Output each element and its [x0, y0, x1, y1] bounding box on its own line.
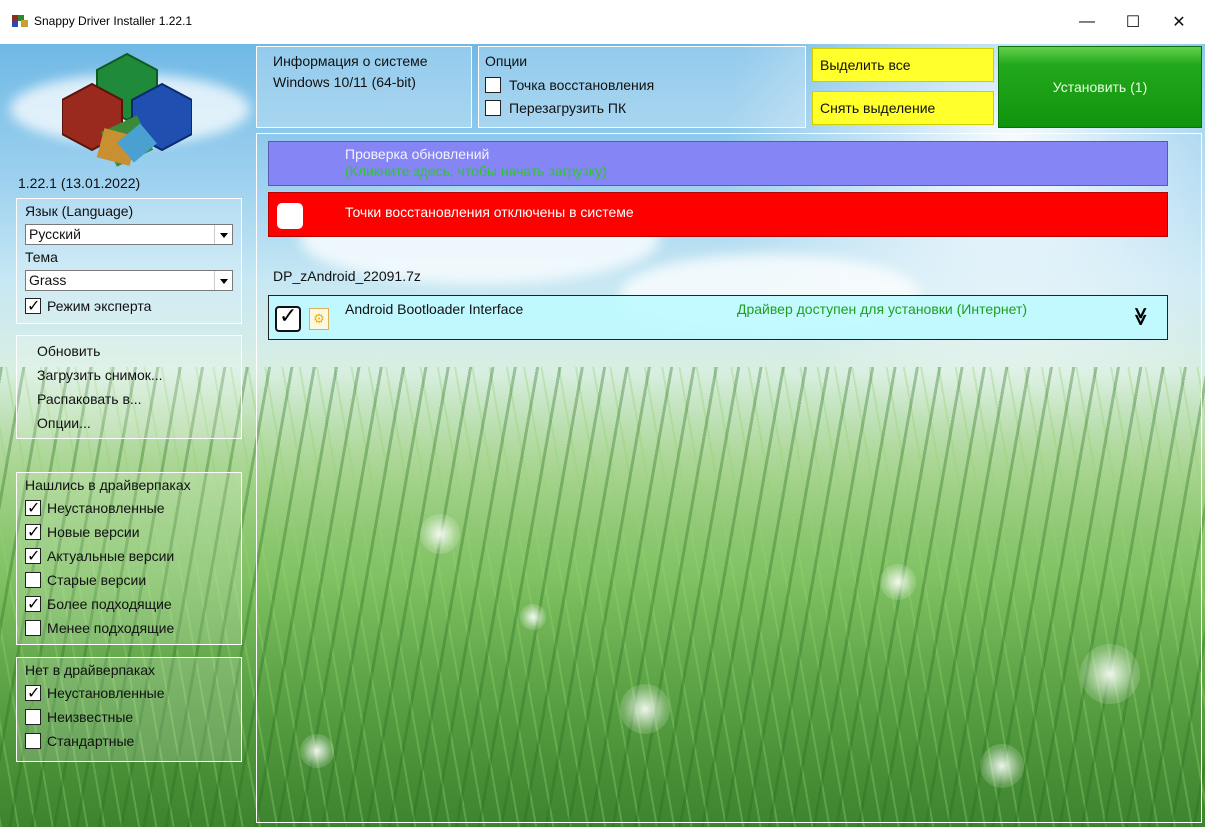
reboot-checkbox[interactable]: [485, 100, 501, 116]
sdi-logo: [62, 52, 192, 167]
expert-mode-checkbox[interactable]: [25, 296, 41, 315]
close-button[interactable]: ✕: [1156, 0, 1202, 44]
options-title: Опции: [485, 53, 528, 69]
driver-row[interactable]: ⚙ Android Bootloader Interface Драйвер д…: [268, 295, 1168, 340]
menu-item-refresh[interactable]: Обновить: [37, 343, 100, 359]
filter-label: Старые версии: [47, 572, 147, 588]
system-info-box[interactable]: Информация о системе Windows 10/11 (64-b…: [256, 46, 472, 128]
actions-menu: Обновить Загрузить снимок... Распаковать…: [16, 335, 242, 439]
driverpack-name: DP_zAndroid_22091.7z: [273, 268, 421, 284]
app-icon: [12, 15, 28, 27]
restore-point-checkbox[interactable]: [485, 77, 501, 93]
found-in-driverpacks-panel: Нашлись в драйверпаках Неустановленные Н…: [16, 472, 242, 645]
filter-nf-not-installed-checkbox[interactable]: [25, 683, 41, 702]
select-all-button[interactable]: Выделить все: [812, 48, 994, 82]
restore-disabled-warning[interactable]: Точки восстановления отключены в системе: [268, 192, 1168, 237]
deselect-all-button[interactable]: Снять выделение: [812, 91, 994, 125]
language-label: Язык (Language): [25, 203, 134, 219]
filter-standard-checkbox[interactable]: [25, 733, 41, 749]
menu-item-load-snapshot[interactable]: Загрузить снимок...: [37, 367, 163, 383]
dropdown-arrow-icon[interactable]: [214, 271, 232, 290]
filter-current-versions-checkbox[interactable]: [25, 546, 41, 565]
language-theme-panel: Язык (Language) Русский Тема Grass Режим…: [16, 198, 242, 324]
options-box: Опции Точка восстановления Перезагрузить…: [478, 46, 806, 128]
language-select[interactable]: Русский: [25, 224, 233, 245]
maximize-button[interactable]: ☐: [1110, 0, 1156, 44]
system-os-label: Windows 10/11 (64-bit): [273, 74, 416, 90]
reboot-label: Перезагрузить ПК: [509, 100, 627, 116]
chevron-double-down-icon[interactable]: ≫: [1130, 307, 1151, 326]
expert-mode-label: Режим эксперта: [47, 298, 152, 314]
check-updates-title: Проверка обновлений: [345, 146, 490, 162]
dropdown-arrow-icon[interactable]: [214, 225, 232, 244]
restore-point-label: Точка восстановления: [509, 77, 655, 93]
window-title: Snappy Driver Installer 1.22.1: [34, 14, 193, 28]
menu-item-options[interactable]: Опции...: [37, 415, 91, 431]
filter-better-match-checkbox[interactable]: [25, 594, 41, 613]
title-bar: Snappy Driver Installer 1.22.1 — ☐ ✕: [0, 0, 1205, 44]
driver-status: Драйвер доступен для установки (Интернет…: [737, 301, 1028, 317]
check-updates-subtitle: (Кликните здесь, чтобы начать загрузку): [345, 163, 607, 179]
version-label: 1.22.1 (13.01.2022): [18, 175, 141, 191]
theme-select-value: Grass: [29, 272, 67, 288]
filter-label: Стандартные: [47, 733, 135, 749]
filter-label: Неустановленные: [47, 500, 165, 516]
filter-new-versions-checkbox[interactable]: [25, 522, 41, 541]
not-in-driverpacks-panel: Нет в драйверпаках Неустановленные Неизв…: [16, 657, 242, 762]
language-select-value: Русский: [29, 226, 81, 242]
filter-label: Более подходящие: [47, 596, 172, 612]
theme-label: Тема: [25, 249, 58, 265]
minimize-button[interactable]: —: [1064, 0, 1110, 44]
filter-unknown-checkbox[interactable]: [25, 709, 41, 725]
found-group-title: Нашлись в драйверпаках: [25, 477, 191, 493]
theme-select[interactable]: Grass: [25, 270, 233, 291]
filter-label: Актуальные версии: [47, 548, 175, 564]
filter-label: Неустановленные: [47, 685, 165, 701]
notfound-group-title: Нет в драйверпаках: [25, 662, 156, 678]
filter-label: Менее подходящие: [47, 620, 175, 636]
driver-select-checkbox[interactable]: [275, 304, 301, 332]
warning-checkbox[interactable]: [277, 203, 303, 229]
system-info-title: Информация о системе: [273, 53, 428, 69]
check-updates-bar[interactable]: Проверка обновлений (Кликните здесь, что…: [268, 141, 1168, 186]
menu-item-extract[interactable]: Распаковать в...: [37, 391, 142, 407]
filter-old-versions-checkbox[interactable]: [25, 572, 41, 588]
install-button[interactable]: Установить (1): [998, 46, 1202, 128]
filter-not-installed-checkbox[interactable]: [25, 498, 41, 517]
gear-icon: ⚙: [309, 308, 329, 330]
driver-name: Android Bootloader Interface: [345, 301, 524, 317]
restore-disabled-text: Точки восстановления отключены в системе: [345, 204, 634, 220]
filter-label: Неизвестные: [47, 709, 134, 725]
filter-worse-match-checkbox[interactable]: [25, 620, 41, 636]
filter-label: Новые версии: [47, 524, 140, 540]
